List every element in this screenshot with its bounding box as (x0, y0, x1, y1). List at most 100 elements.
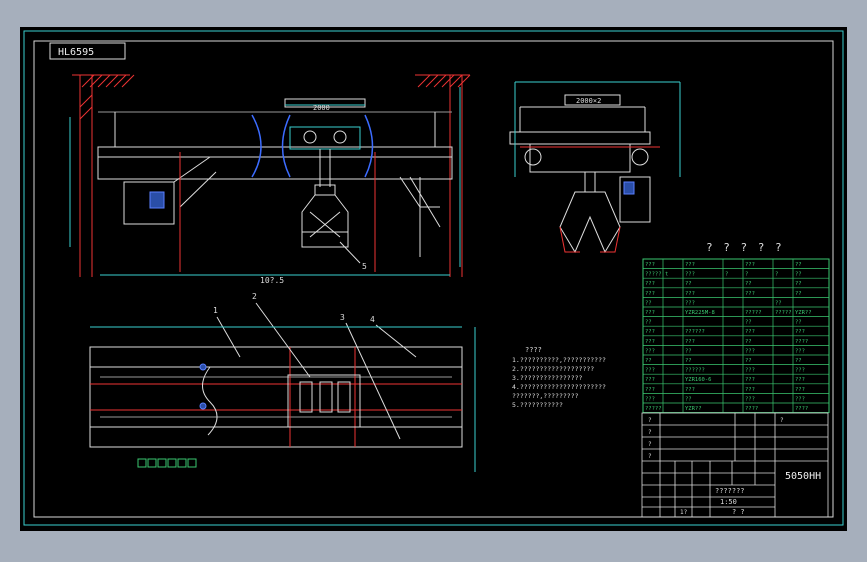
part-name: ??????? (715, 487, 745, 495)
left-column (72, 74, 130, 277)
plan-outline (89, 346, 463, 448)
spec-table-cell: ???? (795, 406, 808, 412)
plan-leaders (216, 302, 417, 440)
spec-table-cell: ??? (645, 368, 655, 374)
spec-table-cell: ??? (745, 368, 755, 374)
spec-table-cell: ?? (795, 281, 802, 287)
callout-4: 4 (370, 315, 375, 324)
spec-table-cell: ??? (645, 329, 655, 335)
crane-drawing: HL6595 10?.5 2000 2000×2 1 2 3 4 5 ???? … (23, 30, 844, 526)
dimension-lines (69, 87, 461, 276)
id-tag: HL6595 (58, 47, 94, 58)
spec-table-cell: ??? (645, 348, 655, 354)
spec-table-cell: YZR?? (795, 310, 812, 316)
front-elevation (69, 74, 471, 277)
spec-table-cell: ? (725, 272, 728, 278)
spec-table-cell: ??? (645, 281, 655, 287)
spec-table-cell: ??? (685, 291, 695, 297)
plan-dims (90, 326, 476, 472)
spec-table-cell: ??? (795, 368, 805, 374)
spec-table-cell: ??? (795, 396, 805, 402)
callout-labels: 1 2 3 4 5 (213, 262, 375, 324)
spec-table-cell: ???? (795, 339, 808, 345)
side-grab-jaws (559, 226, 621, 253)
spec-table-cell: ??? (645, 396, 655, 402)
spec-table-cell: ????? (645, 406, 662, 412)
spec-table-cell: ??? (745, 396, 755, 402)
title-row-4: ? (648, 453, 652, 460)
top-dimension: 2000 (313, 104, 330, 112)
spec-table-cell: ??? (795, 377, 805, 383)
red-markers (179, 152, 376, 272)
callout-3: 3 (340, 313, 345, 322)
spec-table-cell: ??? (745, 348, 755, 354)
spec-table-cell: ??? (645, 339, 655, 345)
main-girder (97, 111, 453, 180)
spec-table-cell: ??? (645, 310, 655, 316)
spec-table-cell: ??? (745, 387, 755, 393)
spec-table-cell: ?? (745, 339, 752, 345)
spec-table-cell: ? (745, 272, 748, 278)
spec-table-cell: ?? (745, 320, 752, 326)
callout-1: 1 (213, 306, 218, 315)
spec-table-cell: ?? (795, 320, 802, 326)
notes-line-6: 5.??????????? (512, 401, 563, 409)
spec-table-cell: ?????? (685, 329, 705, 335)
spec-table-cell: ??? (795, 348, 805, 354)
grab-bucket (301, 149, 349, 248)
spec-table-cell: ??? (645, 377, 655, 383)
spec-table-cell: ??? (795, 329, 805, 335)
callout-5: 5 (362, 262, 367, 271)
scale-value: 1:50 (720, 498, 737, 506)
spec-table-cell: ?????? (685, 368, 705, 374)
right-stairs (399, 176, 441, 257)
spec-table-cell: YZR225M-8 (685, 310, 715, 316)
spec-table-cell: ?? (745, 281, 752, 287)
spec-table-cell: ? (775, 272, 778, 278)
title-row-1: ? (648, 417, 652, 424)
spec-table-cell: ?? (795, 262, 802, 268)
notes-line-1: 1.??????????,??????????? (512, 356, 606, 364)
spec-table-cell: ??? (685, 339, 695, 345)
weight-value: 1? (680, 509, 688, 516)
spec-table-cell: ?? (645, 358, 652, 364)
spec-table-cell: ?? (795, 358, 802, 364)
spec-table-cell: ??? (685, 272, 695, 278)
spec-table-cell: ?? (745, 358, 752, 364)
spec-table-cell: ?? (645, 320, 652, 326)
spec-table-cell: ?? (645, 300, 652, 306)
drawing-number: 5050HH (785, 471, 821, 482)
side-grab (559, 172, 621, 254)
notes-line-3: 3.???????????????? (512, 374, 583, 382)
title-row-3: ? (648, 441, 652, 448)
notes-line-4: 4.?????????????????????? (512, 383, 606, 391)
operator-cab (123, 156, 217, 225)
spec-table-cell: ????? (745, 310, 762, 316)
spec-table-cell: ?? (795, 272, 802, 278)
spec-table-cell: ??? (745, 377, 755, 383)
side-elevation (509, 81, 681, 254)
notes-line-2: 2.??????????????????? (512, 365, 594, 373)
side-top-dimension: 2000×2 (576, 97, 601, 105)
spec-table-cell: ????? (645, 272, 662, 278)
spec-table-cell: YZR?? (685, 406, 702, 412)
spec-table-cell: ??? (685, 300, 695, 306)
spec-table-cell: ?? (685, 358, 692, 364)
spec-table-cell: ??? (685, 262, 695, 268)
sheet-value: ? ? (732, 508, 745, 516)
plan-rails-red (90, 347, 462, 447)
callout-leader-5 (339, 241, 361, 264)
spec-table: ???????????????? t???????????????????????… (642, 258, 830, 414)
spec-table-cell: ?? (685, 396, 692, 402)
spec-table-cell: ????? (775, 310, 792, 316)
callout-2: 2 (252, 292, 257, 301)
spec-table-cell: ??? (795, 387, 805, 393)
plan-trolley (287, 374, 361, 428)
technical-notes: ???? 1.??????????,??????????? 2.????????… (512, 346, 606, 409)
plan-view (89, 302, 476, 472)
spec-table-cell: ??? (645, 262, 655, 268)
plan-green-boxes (137, 458, 197, 468)
notes-line-5: ???????,????????? (512, 392, 579, 400)
title-row-2: ? (648, 429, 652, 436)
spec-table-cell: ??? (645, 291, 655, 297)
